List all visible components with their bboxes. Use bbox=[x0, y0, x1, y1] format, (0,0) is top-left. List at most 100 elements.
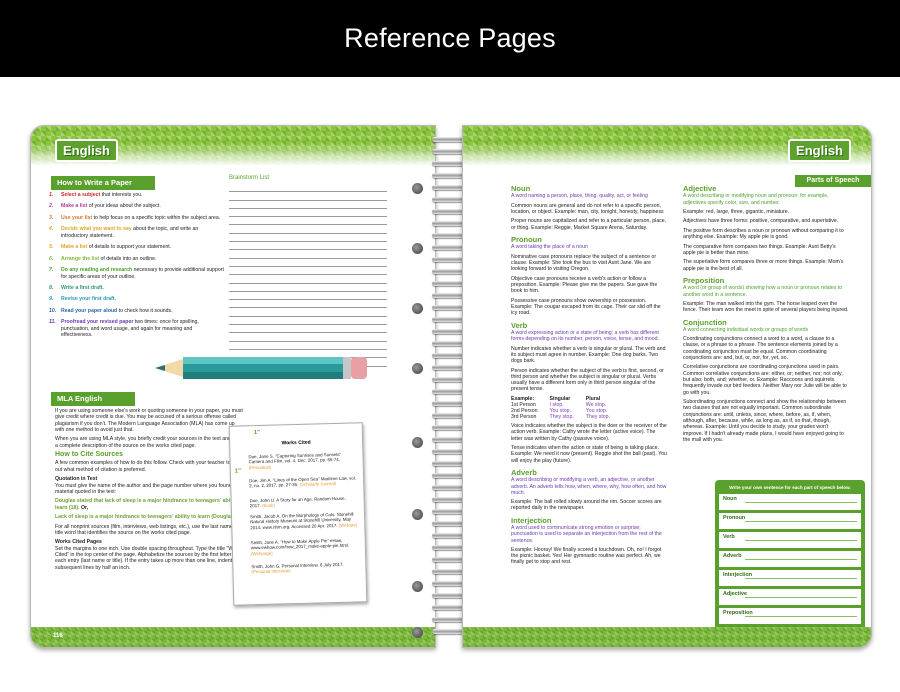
conjunction-definition: A word connecting individual words or gr… bbox=[683, 326, 809, 333]
quotation-example-2: Lack of sleep is a major hindrance to te… bbox=[55, 514, 244, 521]
practice-field[interactable]: Preposition bbox=[719, 608, 861, 624]
step-text: that interests you. bbox=[100, 192, 143, 198]
brainstorm-list: Brainstorm List bbox=[229, 175, 387, 367]
source-type-tag: (Book) bbox=[261, 503, 276, 509]
brainstorm-line[interactable] bbox=[229, 234, 387, 243]
noun-heading: Noun bbox=[511, 184, 531, 193]
spiral-coil bbox=[432, 413, 466, 418]
practice-field[interactable]: Interjection bbox=[719, 570, 861, 586]
brainstorm-line[interactable] bbox=[229, 292, 387, 301]
cite-intro: A few common examples of how to do this … bbox=[55, 460, 241, 473]
spiral-coil bbox=[432, 557, 466, 562]
spiral-coil bbox=[432, 245, 466, 250]
spiral-coil bbox=[432, 437, 466, 442]
brainstorm-line[interactable] bbox=[229, 317, 387, 326]
spiral-coil bbox=[432, 461, 466, 466]
writing-step: 8. Write a first draft. bbox=[49, 284, 225, 291]
adjective-superlative: The superlative form compares three or m… bbox=[683, 259, 844, 272]
writing-step: 2. Make a list of your ideas about the su… bbox=[49, 203, 225, 209]
writing-steps-list: 1. Select a subject that interests you. 2.… bbox=[49, 192, 225, 344]
spiral-coil bbox=[432, 353, 466, 358]
pixel-footer-band bbox=[31, 627, 435, 647]
practice-field[interactable]: Adverb bbox=[719, 551, 861, 567]
spiral-coil bbox=[432, 425, 466, 430]
step-text: to check how it sounds. bbox=[117, 307, 173, 314]
adjective-forms: Adjectives have three forms: positive, c… bbox=[683, 218, 839, 225]
works-cited-title: Works Cited bbox=[281, 439, 311, 447]
noun-proper: Proper nouns are capitalized and refer t… bbox=[511, 218, 667, 231]
brainstorm-line[interactable] bbox=[229, 325, 387, 334]
adverb-heading: Adverb bbox=[511, 467, 537, 477]
conjunction-subordinating: Subordinating conjunctions connect and s… bbox=[683, 399, 847, 443]
conjunction-correlative: Correlative conjunctions are coordinatin… bbox=[683, 364, 847, 396]
practice-field[interactable]: Noun bbox=[719, 494, 861, 510]
right-page: English Parts of Speech Noun A word nami… bbox=[462, 125, 872, 648]
table-row: 3rd Person They stop. They stop. bbox=[511, 414, 622, 420]
brainstorm-line[interactable] bbox=[229, 242, 387, 251]
writing-step: 7. Do any reading and research necessary … bbox=[49, 267, 225, 280]
preposition-example: Example: The man walked into the gym. Th… bbox=[683, 300, 849, 314]
left-page: English How to Write a Paper 1. Select a … bbox=[30, 125, 436, 648]
spiral-coil bbox=[432, 197, 466, 202]
step-number: 8. bbox=[49, 284, 54, 291]
brainstorm-line[interactable] bbox=[229, 192, 387, 201]
adjective-heading: Adjective bbox=[683, 184, 717, 193]
margin-mark-top: 1" bbox=[253, 429, 261, 437]
practice-field-label: Noun bbox=[723, 496, 737, 502]
spiral-coil bbox=[432, 281, 466, 286]
spiral-coil bbox=[432, 185, 466, 190]
spiral-coil bbox=[432, 533, 466, 538]
spiral-coil bbox=[432, 329, 466, 334]
brainstorm-line[interactable] bbox=[229, 184, 387, 193]
brainstorm-line[interactable] bbox=[229, 342, 387, 350]
brainstorm-line[interactable] bbox=[229, 201, 387, 209]
binder-hole bbox=[412, 437, 423, 448]
spiral-coil bbox=[432, 389, 466, 394]
verb-person-table: Example: Singular Plural 1st Person I stop. W… bbox=[511, 396, 622, 420]
step-number: 5. bbox=[49, 244, 54, 251]
source-type-tag: (Personal Interview) bbox=[251, 568, 291, 575]
brainstorm-line[interactable] bbox=[229, 225, 387, 234]
step-number: 1. bbox=[49, 192, 54, 198]
noun-definition: A word naming a person, place, thing, qu… bbox=[511, 193, 648, 200]
spiral-coil bbox=[432, 341, 466, 346]
brainstorm-line[interactable] bbox=[229, 267, 387, 276]
brainstorm-line[interactable] bbox=[229, 209, 387, 218]
spiral-coil bbox=[432, 161, 466, 166]
brainstorm-line[interactable] bbox=[229, 217, 387, 226]
works-cited-entry: Doe, Jane S. "Capturing Sunrises and Sun… bbox=[248, 451, 342, 471]
spiral-coil bbox=[432, 473, 466, 478]
adjective-positive: The positive form describes a noun or pr… bbox=[683, 227, 844, 241]
writing-step: 10. Read your paper aloud to check how it… bbox=[49, 307, 225, 314]
step-keyword: Do any reading and research bbox=[61, 267, 133, 274]
adjective-example: Example: red, large, three, gigantic, mi… bbox=[683, 208, 790, 215]
spiral-coil bbox=[432, 365, 466, 370]
spiral-coil bbox=[432, 317, 466, 322]
noun-common: Common nouns are general and do not refe… bbox=[511, 202, 664, 215]
brainstorm-line[interactable] bbox=[229, 275, 387, 284]
step-number: 2. bbox=[49, 203, 54, 210]
practice-field[interactable]: Pronoun bbox=[719, 513, 861, 529]
step-keyword: Proofread your revised paper bbox=[61, 319, 134, 326]
preposition-heading: Preposition bbox=[683, 276, 725, 286]
practice-field[interactable]: Adjective bbox=[719, 589, 861, 605]
step-keyword: Arrange the list bbox=[61, 255, 100, 262]
brainstorm-line[interactable] bbox=[229, 284, 387, 292]
practice-field[interactable]: Verb bbox=[719, 532, 861, 548]
brainstorm-line[interactable] bbox=[229, 333, 387, 342]
spiral-coil bbox=[432, 269, 466, 274]
spiral-coil bbox=[432, 605, 466, 610]
brainstorm-line[interactable] bbox=[229, 259, 387, 267]
step-keyword: Write a first draft. bbox=[61, 284, 104, 291]
spiral-notebook: English How to Write a Paper 1. Select a … bbox=[30, 125, 872, 648]
spiral-coil bbox=[432, 485, 466, 490]
practice-box: Write your own sentence for each part of… bbox=[715, 480, 865, 643]
step-keyword: Decide what you want to say bbox=[61, 226, 132, 233]
spiral-coil bbox=[432, 233, 466, 238]
brainstorm-line[interactable] bbox=[229, 308, 387, 317]
spiral-coil bbox=[432, 569, 466, 574]
brainstorm-line[interactable] bbox=[229, 250, 387, 259]
conjunction-coordinating: Coordinating conjunctions connect a word… bbox=[683, 336, 838, 361]
brainstorm-line[interactable] bbox=[229, 300, 387, 309]
binder-hole bbox=[412, 581, 423, 592]
